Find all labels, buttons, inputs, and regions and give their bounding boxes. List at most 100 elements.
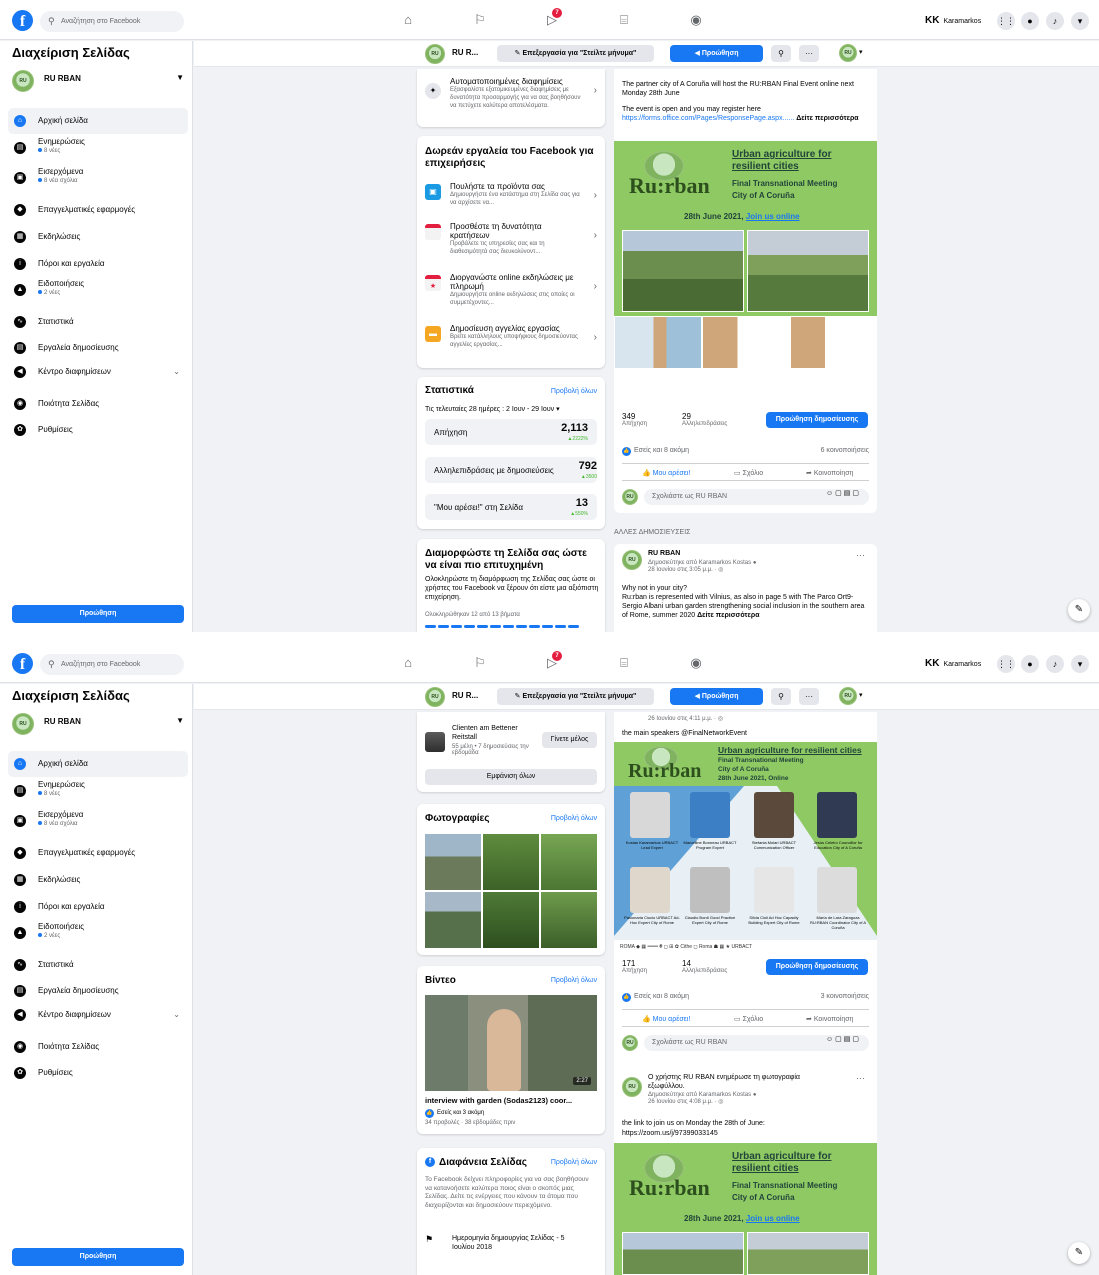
reactions-summary[interactable]: 👍 Εσείς και 8 ακόμη xyxy=(622,447,689,456)
shares-count[interactable]: 6 κοινοποιήσεις xyxy=(821,447,869,454)
comment-composer[interactable]: RU Σχολιάστε ως RU RBAN ☺▢▤▢ xyxy=(622,489,869,505)
photo-thumbnail[interactable] xyxy=(483,892,539,948)
sidebar-item-10[interactable]: ◉ Ποιότητα Σελίδας xyxy=(8,1034,188,1060)
sidebar-item-1[interactable]: ▤ Ενημερώσεις 8 νέες xyxy=(8,778,188,804)
more-options-button[interactable]: ··· xyxy=(799,45,819,62)
sidebar-item-4[interactable]: ▦ Εκδηλώσεις xyxy=(8,224,188,250)
stat-reach[interactable]: Απήχηση 2,113 ▲2222% xyxy=(425,419,597,445)
new-message-icon[interactable]: ✎ xyxy=(1068,599,1090,621)
stat-page-likes[interactable]: "Μου αρέσει!" στη Σελίδα 13 ▲550% xyxy=(425,494,597,520)
post-time[interactable]: 26 Ιουνίου στις 4:11 μ.μ. · ◎ xyxy=(648,715,723,722)
sidebar-item-2[interactable]: ▣ Εισερχόμενα 8 νέα σχόλια xyxy=(8,808,188,834)
post-time[interactable]: 26 Ιουνίου στις 4:08 μ.μ. · ◎ xyxy=(648,1099,756,1106)
messenger-icon[interactable]: ● xyxy=(1021,12,1039,30)
shares-count[interactable]: 3 κοινοποιήσεις xyxy=(821,993,869,1000)
more-options-icon[interactable]: ··· xyxy=(856,1073,865,1083)
voice-switcher[interactable]: RU ▾ xyxy=(839,687,862,705)
comment-composer[interactable]: RU Σχολιάστε ως RU RBAN ☺▢▤▢ xyxy=(622,1035,869,1051)
page-selector[interactable]: RU RU RBAN ▼ xyxy=(12,70,184,92)
date-range-dropdown[interactable]: Τις τελευταίες 28 ημέρες : 2 Ιουν - 29 Ι… xyxy=(425,405,560,413)
photo-thumbnail[interactable] xyxy=(541,892,597,948)
sidebar-item-10[interactable]: ◉ Ποιότητα Σελίδας xyxy=(8,391,188,417)
video-caption[interactable]: interview with garden (Sodas2123) coor..… xyxy=(425,1096,572,1105)
facebook-logo-icon[interactable]: f xyxy=(12,10,33,31)
sidebar-item-2[interactable]: ▣ Εισερχόμενα 8 νέα σχόλια xyxy=(8,165,188,191)
post-image[interactable]: Ru:rban Urban agriculture for resilient … xyxy=(614,742,877,954)
sidebar-item-5[interactable]: i Πόροι και εργαλεία xyxy=(8,251,188,277)
promote-button[interactable]: Προώθηση xyxy=(12,1248,184,1266)
search-input[interactable]: ⚲ Αναζήτηση στο Facebook xyxy=(40,654,184,675)
photo-thumbnail[interactable] xyxy=(483,834,539,890)
bell-icon[interactable]: ♪ xyxy=(1046,12,1064,30)
like-button[interactable]: 👍 Μου αρέσει! xyxy=(642,469,690,477)
search-button[interactable]: ⚲ xyxy=(771,688,791,705)
post-image[interactable]: Ru:rban Urban agriculture for resilient … xyxy=(614,141,877,369)
groups-nav-icon[interactable]: ◉ xyxy=(688,12,704,28)
home-nav-icon[interactable]: ⌂ xyxy=(400,12,416,28)
sidebar-item-9[interactable]: ◀ Κέντρο διαφημίσεων ⌄ xyxy=(8,359,188,385)
more-options-icon[interactable]: ··· xyxy=(856,550,865,560)
messenger-icon[interactable]: ● xyxy=(1021,655,1039,673)
see-more-link[interactable]: Δείτε περισσότερα xyxy=(796,115,858,122)
see-more-link[interactable]: Δείτε περισσότερα xyxy=(697,612,759,619)
flag-nav-icon[interactable]: ⚐ xyxy=(472,655,488,671)
tool-sell-products[interactable]: ▣ Πουλήστε τα προϊόντα σας Δημιουργήστε έ… xyxy=(425,182,597,218)
sidebar-item-1[interactable]: ▤ Ενημερώσεις 8 νέες xyxy=(8,135,188,161)
auto-ads-card[interactable]: ✦ Αυτοματοποιημένες διαφημίσεις Εξασφαλίσ… xyxy=(417,69,605,127)
menu-grid-icon[interactable]: ⋮⋮ xyxy=(997,655,1015,673)
emoji-icons[interactable]: ☺▢▤▢ xyxy=(826,489,861,497)
tool-job-post[interactable]: ▬ Δημοσίευση αγγελίας εργασίας Βρείτε κατ… xyxy=(425,324,597,360)
tool-paid-events[interactable]: ★ Διοργανώστε online εκδηλώσεις με πληρω… xyxy=(425,273,597,319)
photo-thumbnail[interactable] xyxy=(425,834,481,890)
videos-see-all-link[interactable]: Προβολή όλων xyxy=(551,977,597,984)
photo-thumbnail[interactable] xyxy=(425,892,481,948)
post-image[interactable]: Ru:rban Urban agriculture for resilient … xyxy=(614,1143,877,1275)
sidebar-item-5[interactable]: i Πόροι και εργαλεία xyxy=(8,894,188,920)
home-nav-icon[interactable]: ⌂ xyxy=(400,655,416,671)
video-nav-icon[interactable]: ▷ 7 xyxy=(544,651,562,671)
reactions-summary[interactable]: 👍 Εσείς και 8 ακόμη xyxy=(622,993,689,1002)
subbar-promote-button[interactable]: ◀ Προώθηση xyxy=(670,45,763,62)
menu-grid-icon[interactable]: ⋮⋮ xyxy=(997,12,1015,30)
edit-cta-button[interactable]: ✎ Επεξεργασία για "Στείλτε μήνυμα" xyxy=(497,45,654,62)
sidebar-item-0[interactable]: ⌂ Αρχική σελίδα xyxy=(8,751,188,777)
sidebar-item-8[interactable]: ▤ Εργαλεία δημοσίευσης xyxy=(8,978,188,1004)
account-chevron-icon[interactable]: ▾ xyxy=(1071,12,1089,30)
post-time[interactable]: 28 Ιουνίου στις 3:05 μ.μ. · ◎ xyxy=(648,567,756,574)
profile-button[interactable]: KK Karamarkos xyxy=(925,656,981,672)
comment-button[interactable]: ▭ Σχόλιο xyxy=(734,1015,763,1023)
bell-icon[interactable]: ♪ xyxy=(1046,655,1064,673)
video-nav-icon[interactable]: ▷ 7 xyxy=(544,8,562,28)
video-thumbnail[interactable]: 2:27 xyxy=(425,995,597,1091)
sidebar-item-11[interactable]: ✿ Ρυθμίσεις xyxy=(8,417,188,443)
facebook-logo-icon[interactable]: f xyxy=(12,653,33,674)
voice-switcher[interactable]: RU ▾ xyxy=(839,44,862,62)
marketplace-nav-icon[interactable]: ⌸ xyxy=(616,655,632,671)
sidebar-item-3[interactable]: ◆ Επαγγελματικές εφαρμογές xyxy=(8,840,188,866)
post-link[interactable]: https://zoom.us/j/97399033145 xyxy=(622,1129,869,1138)
transparency-see-all-link[interactable]: Προβολή όλων xyxy=(551,1159,597,1166)
flag-nav-icon[interactable]: ⚐ xyxy=(472,12,488,28)
groups-nav-icon[interactable]: ◉ xyxy=(688,655,704,671)
insights-see-all-link[interactable]: Προβολή όλων xyxy=(551,388,597,395)
group-name[interactable]: Clienten am Bettener Reitstall xyxy=(452,724,532,742)
sidebar-item-11[interactable]: ✿ Ρυθμίσεις xyxy=(8,1060,188,1086)
boost-post-button[interactable]: Προώθηση δημοσίευσης xyxy=(766,959,868,975)
search-input[interactable]: ⚲ Αναζήτηση στο Facebook xyxy=(40,11,184,32)
sidebar-item-6[interactable]: ▲ Ειδοποιήσεις 2 νέες xyxy=(8,920,188,946)
comment-button[interactable]: ▭ Σχόλιο xyxy=(734,469,763,477)
sidebar-item-3[interactable]: ◆ Επαγγελματικές εφαρμογές xyxy=(8,197,188,223)
boost-post-button[interactable]: Προώθηση δημοσίευσης xyxy=(766,412,868,428)
page-selector[interactable]: RU RU RBAN ▼ xyxy=(12,713,184,735)
edit-cta-button[interactable]: ✎ Επεξεργασία για "Στείλτε μήνυμα" xyxy=(497,688,654,705)
like-button[interactable]: 👍 Μου αρέσει! xyxy=(642,1015,690,1023)
join-group-button[interactable]: Γίνετε μέλος xyxy=(542,732,597,748)
show-all-button[interactable]: Εμφάνιση όλων xyxy=(425,769,597,785)
search-button[interactable]: ⚲ xyxy=(771,45,791,62)
photos-see-all-link[interactable]: Προβολή όλων xyxy=(551,815,597,822)
profile-button[interactable]: KK Karamarkos xyxy=(925,13,981,29)
sidebar-item-4[interactable]: ▦ Εκδηλώσεις xyxy=(8,867,188,893)
sidebar-item-8[interactable]: ▤ Εργαλεία δημοσίευσης xyxy=(8,335,188,361)
tool-bookings[interactable]: Προσθέστε τη δυνατότητα κρατήσεων Προβάλε… xyxy=(425,222,597,268)
sidebar-item-7[interactable]: ∿ Στατιστικά xyxy=(8,952,188,978)
